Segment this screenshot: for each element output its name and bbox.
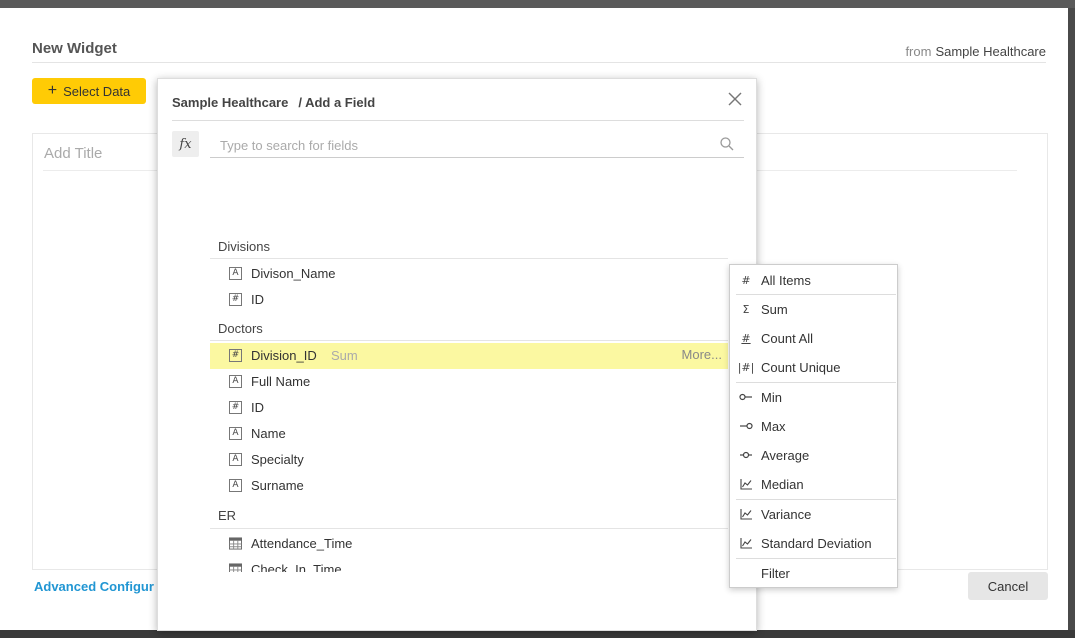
from-text: from [905,44,932,59]
datasource-name[interactable]: Sample Healthcare [935,44,1046,59]
field-row[interactable]: # Division_ID Sum More... [210,343,728,369]
field-name: Specialty [251,452,304,467]
aggregation-menu-label: Filter [761,566,790,581]
field-group-divider [210,258,728,259]
field-name: Full Name [251,374,311,389]
number-field-icon: # [229,293,242,306]
aggregation-menu-divider [736,294,896,295]
field-name: ID [251,400,264,415]
aggregation-menu-label: Count All [761,331,814,346]
aggregation-menu-item[interactable]: Variance [730,500,897,529]
aggregation-menu-label: Sum [761,302,788,317]
field-row[interactable]: Check_In_Time [210,557,728,572]
text-field-icon: A [229,453,242,466]
date-field-icon [229,563,242,572]
popup-datasource[interactable]: Sample Healthcare [172,95,288,110]
aggregation-menu-divider [736,499,896,500]
text-field-icon: A [229,375,242,388]
field-row[interactable]: Attendance_Time [210,531,728,557]
aggregation-menu-item[interactable]: Average [730,441,897,470]
aggregation-menu-divider [736,558,896,559]
aggregation-menu-item[interactable]: Median [730,470,897,499]
hash-icon: # [741,331,751,345]
field-group-title: Divisions [218,239,271,254]
field-aggregation: Sum [331,348,358,363]
aggregation-menu-item[interactable]: Σ Sum [730,295,897,324]
field-group-title: Doctors [218,321,263,336]
aggregation-menu-label: Median [761,477,804,492]
search-icon [720,137,734,151]
aggregation-menu-label: Max [761,419,786,434]
popup-breadcrumb-current: / Add a Field [298,95,376,110]
aggregation-menu-item[interactable]: Min [730,383,897,412]
date-field-icon [229,537,242,550]
field-name: Division_ID [251,348,317,363]
backdrop [0,0,1075,8]
aggregation-menu-label: Standard Deviation [761,536,872,551]
field-list[interactable]: Divisions A Divison_Name # ID Doctors # Divisio… [210,158,730,572]
select-data-button[interactable]: + Select Data [32,78,146,104]
popup-header-divider [172,120,744,121]
max-icon [739,419,753,433]
field-name: Name [251,426,286,441]
line-chart-icon [739,507,753,521]
aggregation-menu-item[interactable]: |#| Count Unique [730,353,897,382]
close-icon[interactable] [727,91,743,107]
popup-breadcrumb: Sample Healthcare / Add a Field [172,95,375,110]
text-field-icon: A [229,267,242,280]
field-name: Attendance_Time [251,536,353,551]
aggregation-menu-item[interactable]: Filter [730,559,897,588]
aggregation-menu-label: Min [761,390,782,405]
field-more-link[interactable]: More... [682,347,722,362]
advanced-configuration-link[interactable]: Advanced Configur [34,579,154,594]
field-search-input[interactable] [214,134,734,156]
unique-count-icon: |#| [737,360,755,374]
title-divider [32,62,1046,63]
aggregation-menu-divider [736,382,896,383]
field-row[interactable]: A Full Name [210,369,728,395]
text-field-icon: A [229,479,242,492]
hash-icon: # [741,273,751,287]
field-row[interactable]: A Surname [210,473,728,499]
plus-icon: + [47,82,58,99]
field-row[interactable]: A Divison_Name [210,261,728,287]
field-group-divider [210,528,728,529]
field-name: Check_In_Time [251,562,342,572]
field-name: ID [251,292,264,307]
formula-button[interactable]: fx [172,131,199,157]
line-chart-icon [739,536,753,550]
aggregation-menu-item[interactable]: # Count All [730,324,897,353]
average-icon [739,448,753,462]
datasource-label: from Sample Healthcare [905,44,1046,59]
field-row[interactable]: A Name [210,421,728,447]
field-row[interactable]: # ID [210,287,728,313]
field-group-divider [210,340,728,341]
add-field-popup: Sample Healthcare / Add a Field fx Divisi… [157,78,757,631]
aggregation-menu-item[interactable]: # All Items [730,266,897,295]
select-data-label: Select Data [63,83,131,99]
aggregation-menu: # All Items Σ Sum # Count All |#| Count Unique M… [729,264,898,588]
aggregation-menu-item[interactable]: Max [730,412,897,441]
field-row[interactable]: A Specialty [210,447,728,473]
field-row[interactable]: # ID [210,395,728,421]
number-field-icon: # [229,349,242,362]
text-field-icon: A [229,427,242,440]
field-name: Divison_Name [251,266,336,281]
aggregation-menu-item[interactable]: Standard Deviation [730,529,897,558]
aggregation-menu-label: Count Unique [761,360,841,375]
add-title-input[interactable]: Add Title [44,145,102,162]
field-group-title: ER [218,508,237,523]
sigma-icon: Σ [742,302,750,316]
number-field-icon: # [229,401,242,414]
min-icon [739,390,753,404]
aggregation-menu-label: All Items [761,273,811,288]
line-chart-icon [739,477,753,491]
backdrop-bottom [0,630,1075,638]
aggregation-menu-label: Variance [761,507,812,522]
field-name: Surname [251,478,304,493]
aggregation-menu-label: Average [761,448,810,463]
cancel-button[interactable]: Cancel [968,572,1048,600]
modal-title: New Widget [32,40,117,57]
